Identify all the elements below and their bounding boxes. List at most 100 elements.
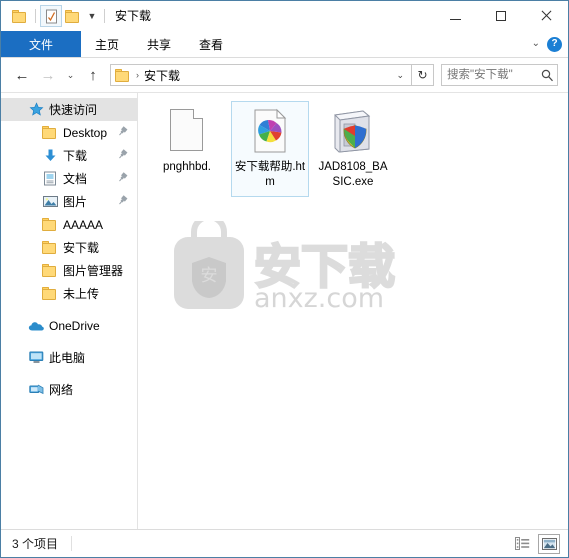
folder-icon [42, 286, 58, 302]
properties-checklist-icon[interactable] [40, 5, 62, 27]
close-button[interactable] [523, 1, 568, 31]
sidebar-item-label: 快速访问 [49, 103, 98, 117]
close-icon [540, 10, 552, 22]
search-box[interactable] [441, 64, 558, 86]
address-path-box[interactable]: › 安下载 ⌄ [110, 64, 412, 86]
window-controls [433, 1, 568, 31]
file-name: pnghhbd. [163, 161, 211, 173]
file-name: JAD8108_BASIC.exe [318, 161, 388, 188]
view-mode-buttons [511, 533, 560, 554]
customize-caret-icon[interactable]: ▼ [84, 5, 100, 27]
item-count-label: 3 个项目 [12, 537, 59, 551]
file-item[interactable]: 安下载帮助.htm [231, 101, 309, 197]
ribbon-right-controls: ⌄ ? [532, 31, 562, 57]
this-pc-monitor-icon [28, 350, 44, 366]
minimize-button[interactable] [433, 1, 478, 31]
html-chrome-icon [246, 107, 294, 155]
window-title: 安下载 [115, 9, 152, 23]
title-bar: ▼ 安下载 [1, 1, 568, 31]
sidebar-item-label: Desktop [63, 125, 108, 140]
details-view-icon[interactable] [511, 534, 533, 554]
sidebar-item-network[interactable]: 网络 [1, 378, 137, 401]
sidebar-item-picture-manager[interactable]: 图片管理器 [1, 259, 137, 282]
sidebar-item-label: 图片 [63, 195, 88, 209]
sidebar-item-label: 图片管理器 [63, 264, 124, 278]
file-item[interactable]: pnghhbd. [148, 101, 226, 197]
up-button[interactable]: ↑ [80, 63, 106, 87]
folder-properties-icon[interactable] [9, 5, 31, 27]
watermark-logo: 安 安下载 anxz.com [170, 214, 420, 314]
maximize-button[interactable] [478, 1, 523, 31]
pin-icon[interactable] [117, 194, 128, 209]
pictures-icon [42, 194, 58, 210]
sidebar-item-downloads[interactable]: 下载 [1, 144, 137, 167]
tab-share[interactable]: 共享 [133, 31, 185, 57]
sidebar-item-onedrive[interactable]: OneDrive [1, 314, 137, 337]
pin-icon[interactable] [117, 125, 128, 140]
sidebar-item-not-uploaded[interactable]: 未上传 [1, 282, 137, 305]
sidebar-item-label: 网络 [49, 383, 74, 397]
svg-text:安: 安 [201, 266, 218, 286]
refresh-button[interactable]: ↻ [412, 64, 434, 86]
network-icon [28, 382, 44, 398]
svg-text:anxz.com: anxz.com [254, 283, 384, 313]
search-icon[interactable] [537, 69, 557, 82]
recent-locations-button[interactable]: ⌄ [61, 63, 80, 87]
sidebar-item-anxiazai[interactable]: 安下载 [1, 236, 137, 259]
back-button[interactable]: ← [9, 63, 35, 87]
onedrive-cloud-icon [28, 318, 44, 334]
chevron-down-icon[interactable]: ⌄ [532, 39, 540, 49]
svg-text:安下载: 安下载 [254, 240, 395, 295]
documents-icon [42, 171, 58, 187]
large-icons-view-icon[interactable] [538, 533, 560, 554]
ribbon-tab-bar: 文件 主页 共享 查看 ⌄ ? [1, 31, 568, 58]
blank-document-icon [163, 107, 211, 155]
minimize-icon [450, 18, 461, 20]
pin-icon[interactable] [117, 171, 128, 186]
sidebar-item-documents[interactable]: 文档 [1, 167, 137, 190]
tab-home[interactable]: 主页 [81, 31, 133, 57]
installer-shield-icon [329, 107, 377, 155]
tab-file[interactable]: 文件 [1, 31, 81, 57]
file-name: 安下载帮助.htm [234, 161, 306, 188]
sidebar-item-label: 未上传 [63, 287, 100, 301]
quick-access-toolbar: ▼ [1, 5, 109, 27]
path-dropdown-icon[interactable]: ⌄ [389, 70, 411, 81]
status-separator [71, 536, 73, 551]
downloads-arrow-icon [42, 148, 58, 164]
qat-separator-1 [35, 9, 36, 23]
folder-icon [42, 240, 58, 256]
folder-icon [42, 125, 58, 141]
maximize-icon [495, 11, 506, 21]
new-folder-icon[interactable] [62, 5, 84, 27]
checklist-glyph [45, 9, 57, 23]
sidebar-item-label: 文档 [63, 172, 88, 186]
tab-view[interactable]: 查看 [185, 31, 237, 57]
sidebar-item-label: AAAAA [63, 217, 104, 232]
sidebar-item-label: 安下载 [63, 241, 100, 255]
help-icon[interactable]: ? [547, 36, 562, 52]
sidebar-item-quick-access[interactable]: 快速访问 [1, 98, 137, 121]
breadcrumb-current[interactable]: 安下载 [144, 67, 180, 84]
sidebar-item-label: OneDrive [49, 318, 100, 333]
file-list-pane[interactable]: 安 安下载 anxz.com pnghhbd. 安下载帮助.htm JAD810… [138, 93, 568, 529]
file-item[interactable]: JAD8108_BASIC.exe [314, 101, 392, 197]
sidebar-item-pictures[interactable]: 图片 [1, 190, 137, 213]
navigation-pane: 快速访问 Desktop 下载 文档 图片 AAAAA 安下载 图片管理器 未上… [1, 93, 138, 529]
sidebar-item-desktop[interactable]: Desktop [1, 121, 137, 144]
folder-icon [42, 217, 58, 233]
folder-glyph-2 [65, 9, 81, 23]
search-input[interactable] [442, 68, 537, 82]
address-bar: ← → ⌄ ↑ › 安下载 ⌄ ↻ [1, 58, 568, 93]
pin-icon[interactable] [117, 148, 128, 163]
sidebar-item-aaaaa[interactable]: AAAAA [1, 213, 137, 236]
file-grid: pnghhbd. 安下载帮助.htm JAD8108_BASIC.exe [138, 93, 568, 197]
folder-glyph [12, 9, 28, 23]
qat-separator-2 [104, 9, 105, 23]
sidebar-item-this-pc[interactable]: 此电脑 [1, 346, 137, 369]
file-explorer-window: ▼ 安下载 文件 主页 共享 查看 ⌄ ? ← → ⌄ ↑ › 安下载 ⌄ ↻ … [0, 0, 569, 558]
forward-button[interactable]: → [35, 63, 61, 87]
sidebar-item-label: 此电脑 [49, 351, 86, 365]
